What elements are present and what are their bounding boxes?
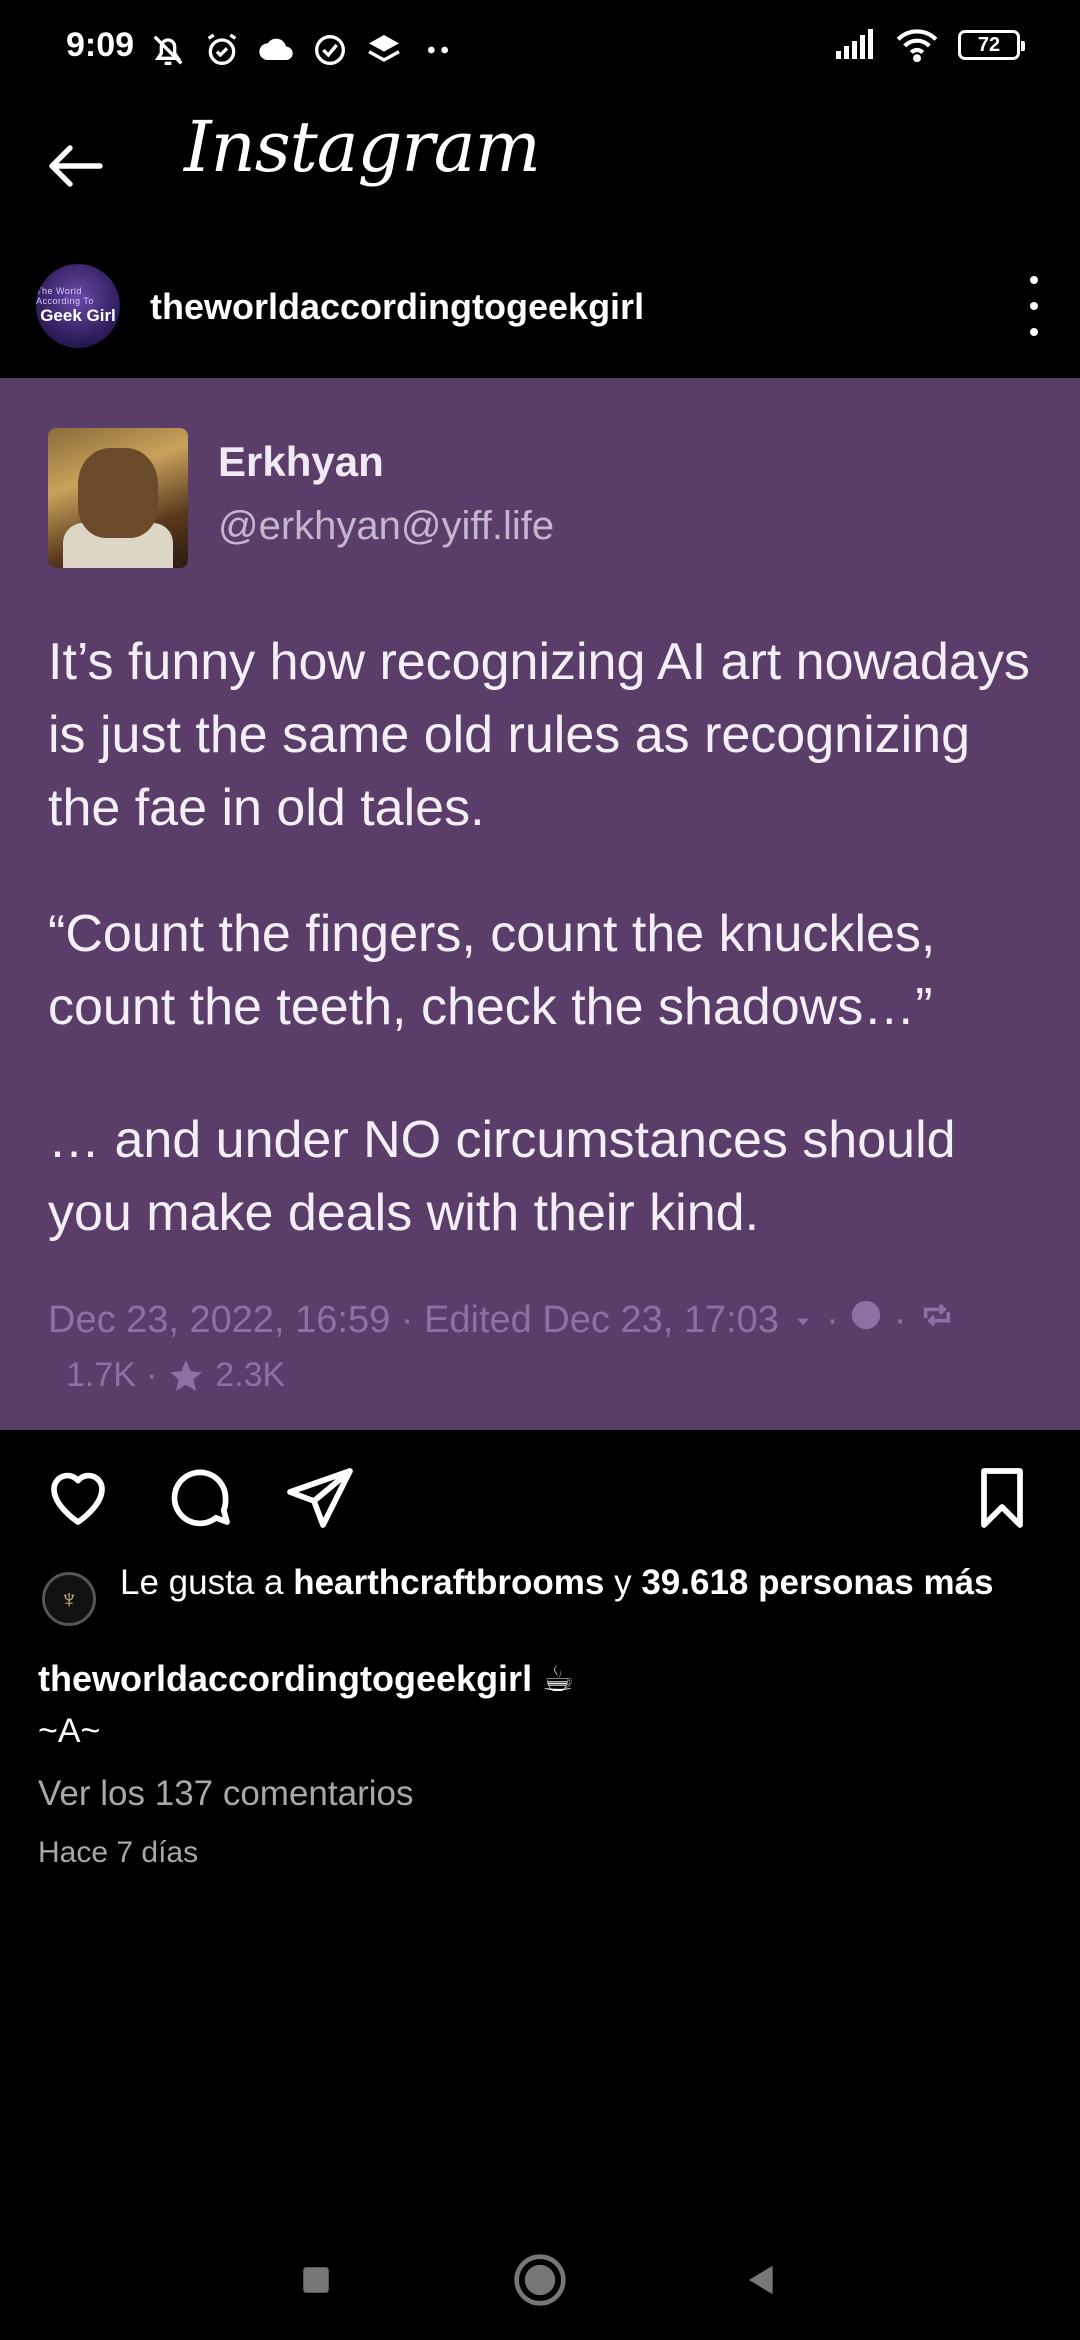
view-comments-link[interactable]: Ver los 137 comentarios <box>38 1774 413 1814</box>
tweet-boost-count: 1.7K <box>66 1356 136 1394</box>
recents-button[interactable] <box>284 2248 348 2312</box>
battery-level: 72 <box>977 33 1001 56</box>
likes-text: Le gusta a hearthcraftbrooms y 39.618 pe… <box>120 1563 994 1602</box>
battery-icon: 72 <box>958 30 1025 60</box>
alarm-icon <box>207 33 237 65</box>
home-circle-icon <box>514 2254 566 2306</box>
post-options-button[interactable] <box>1014 276 1054 336</box>
wifi-icon <box>896 29 938 62</box>
tweet-paragraph-1: It’s funny how recognizing AI art nowada… <box>48 633 1030 837</box>
caption-username[interactable]: theworldaccordingtogeekgirl <box>38 1658 532 1699</box>
likes-others[interactable]: 39.618 personas más <box>641 1563 993 1602</box>
app-title: Instagram <box>184 106 541 188</box>
back-button[interactable] <box>40 130 112 202</box>
status-notification-icons <box>148 26 458 74</box>
status-time: 9:09 <box>66 26 135 64</box>
status-bar: 9:09 72 <box>0 0 1080 100</box>
post-image[interactable]: Erkhyan @erkhyan@yiff.life It’s funny ho… <box>0 378 1080 1430</box>
caption-text: ~A~ <box>38 1712 101 1750</box>
vertical-dots-icon <box>1030 276 1038 284</box>
post-author-avatar[interactable]: The World According To Geek Girl <box>36 264 120 348</box>
back-nav-button[interactable] <box>728 2248 792 2312</box>
boost-icon <box>923 1303 951 1327</box>
app-bar: Instagram <box>0 100 1080 220</box>
more-dots-icon <box>428 46 448 54</box>
tweet-favourite-count: 2.3K <box>215 1356 286 1394</box>
star-icon <box>170 1359 203 1391</box>
comment-icon <box>171 1469 230 1527</box>
tweet-author-name: Erkhyan <box>218 438 384 485</box>
avatar-logo-text: Geek Girl <box>40 306 116 325</box>
signal-icon <box>836 29 873 59</box>
home-button[interactable] <box>508 2248 572 2312</box>
send-icon <box>287 1468 353 1528</box>
post-header: The World According To Geek Girl theworl… <box>0 250 1080 370</box>
tweet-author-handle: @erkhyan@yiff.life <box>218 504 555 548</box>
heart-icon <box>51 1472 105 1525</box>
like-button[interactable] <box>42 1462 114 1534</box>
recents-square-icon <box>303 2267 329 2293</box>
liker-avatar: ♆ <box>42 1572 96 1626</box>
bookmark-icon <box>981 1468 1023 1528</box>
tweet-stats: 1.7K · 2.3K <box>66 1356 286 1394</box>
check-circle-icon <box>315 35 345 65</box>
post-actions <box>0 1450 1080 1550</box>
dropdown-icon <box>796 1318 809 1326</box>
post-time-ago: Hace 7 días <box>38 1836 199 1869</box>
comment-button[interactable] <box>164 1462 236 1534</box>
tweet-author-avatar <box>48 428 188 568</box>
bell-off-icon <box>153 35 183 65</box>
globe-icon <box>852 1300 881 1330</box>
liker-username[interactable]: hearthcraftbrooms <box>293 1563 604 1602</box>
post-author-username[interactable]: theworldaccordingtogeekgirl <box>150 286 644 328</box>
back-triangle-icon <box>748 2265 773 2295</box>
save-button[interactable] <box>966 1462 1038 1534</box>
tweet-paragraph-3: … and under NO circumstances should you … <box>48 1111 956 1242</box>
system-nav-bar <box>0 2220 1080 2340</box>
status-system-icons: 72 <box>834 28 1025 62</box>
coffee-emoji: ☕ <box>542 1658 575 1699</box>
layers-icon <box>368 35 400 62</box>
arrow-left-icon <box>49 145 103 187</box>
post-caption: theworldaccordingtogeekgirl ☕ <box>38 1658 574 1700</box>
cloud-icon <box>259 38 293 60</box>
avatar-caption: The World According To <box>36 286 94 306</box>
tweet-paragraph-2: “Count the fingers, count the knuckles, … <box>48 905 936 1036</box>
share-button[interactable] <box>284 1462 356 1534</box>
tweet-date: Dec 23, 2022, 16:59 · Edited Dec 23, 17:… <box>48 1298 957 1342</box>
